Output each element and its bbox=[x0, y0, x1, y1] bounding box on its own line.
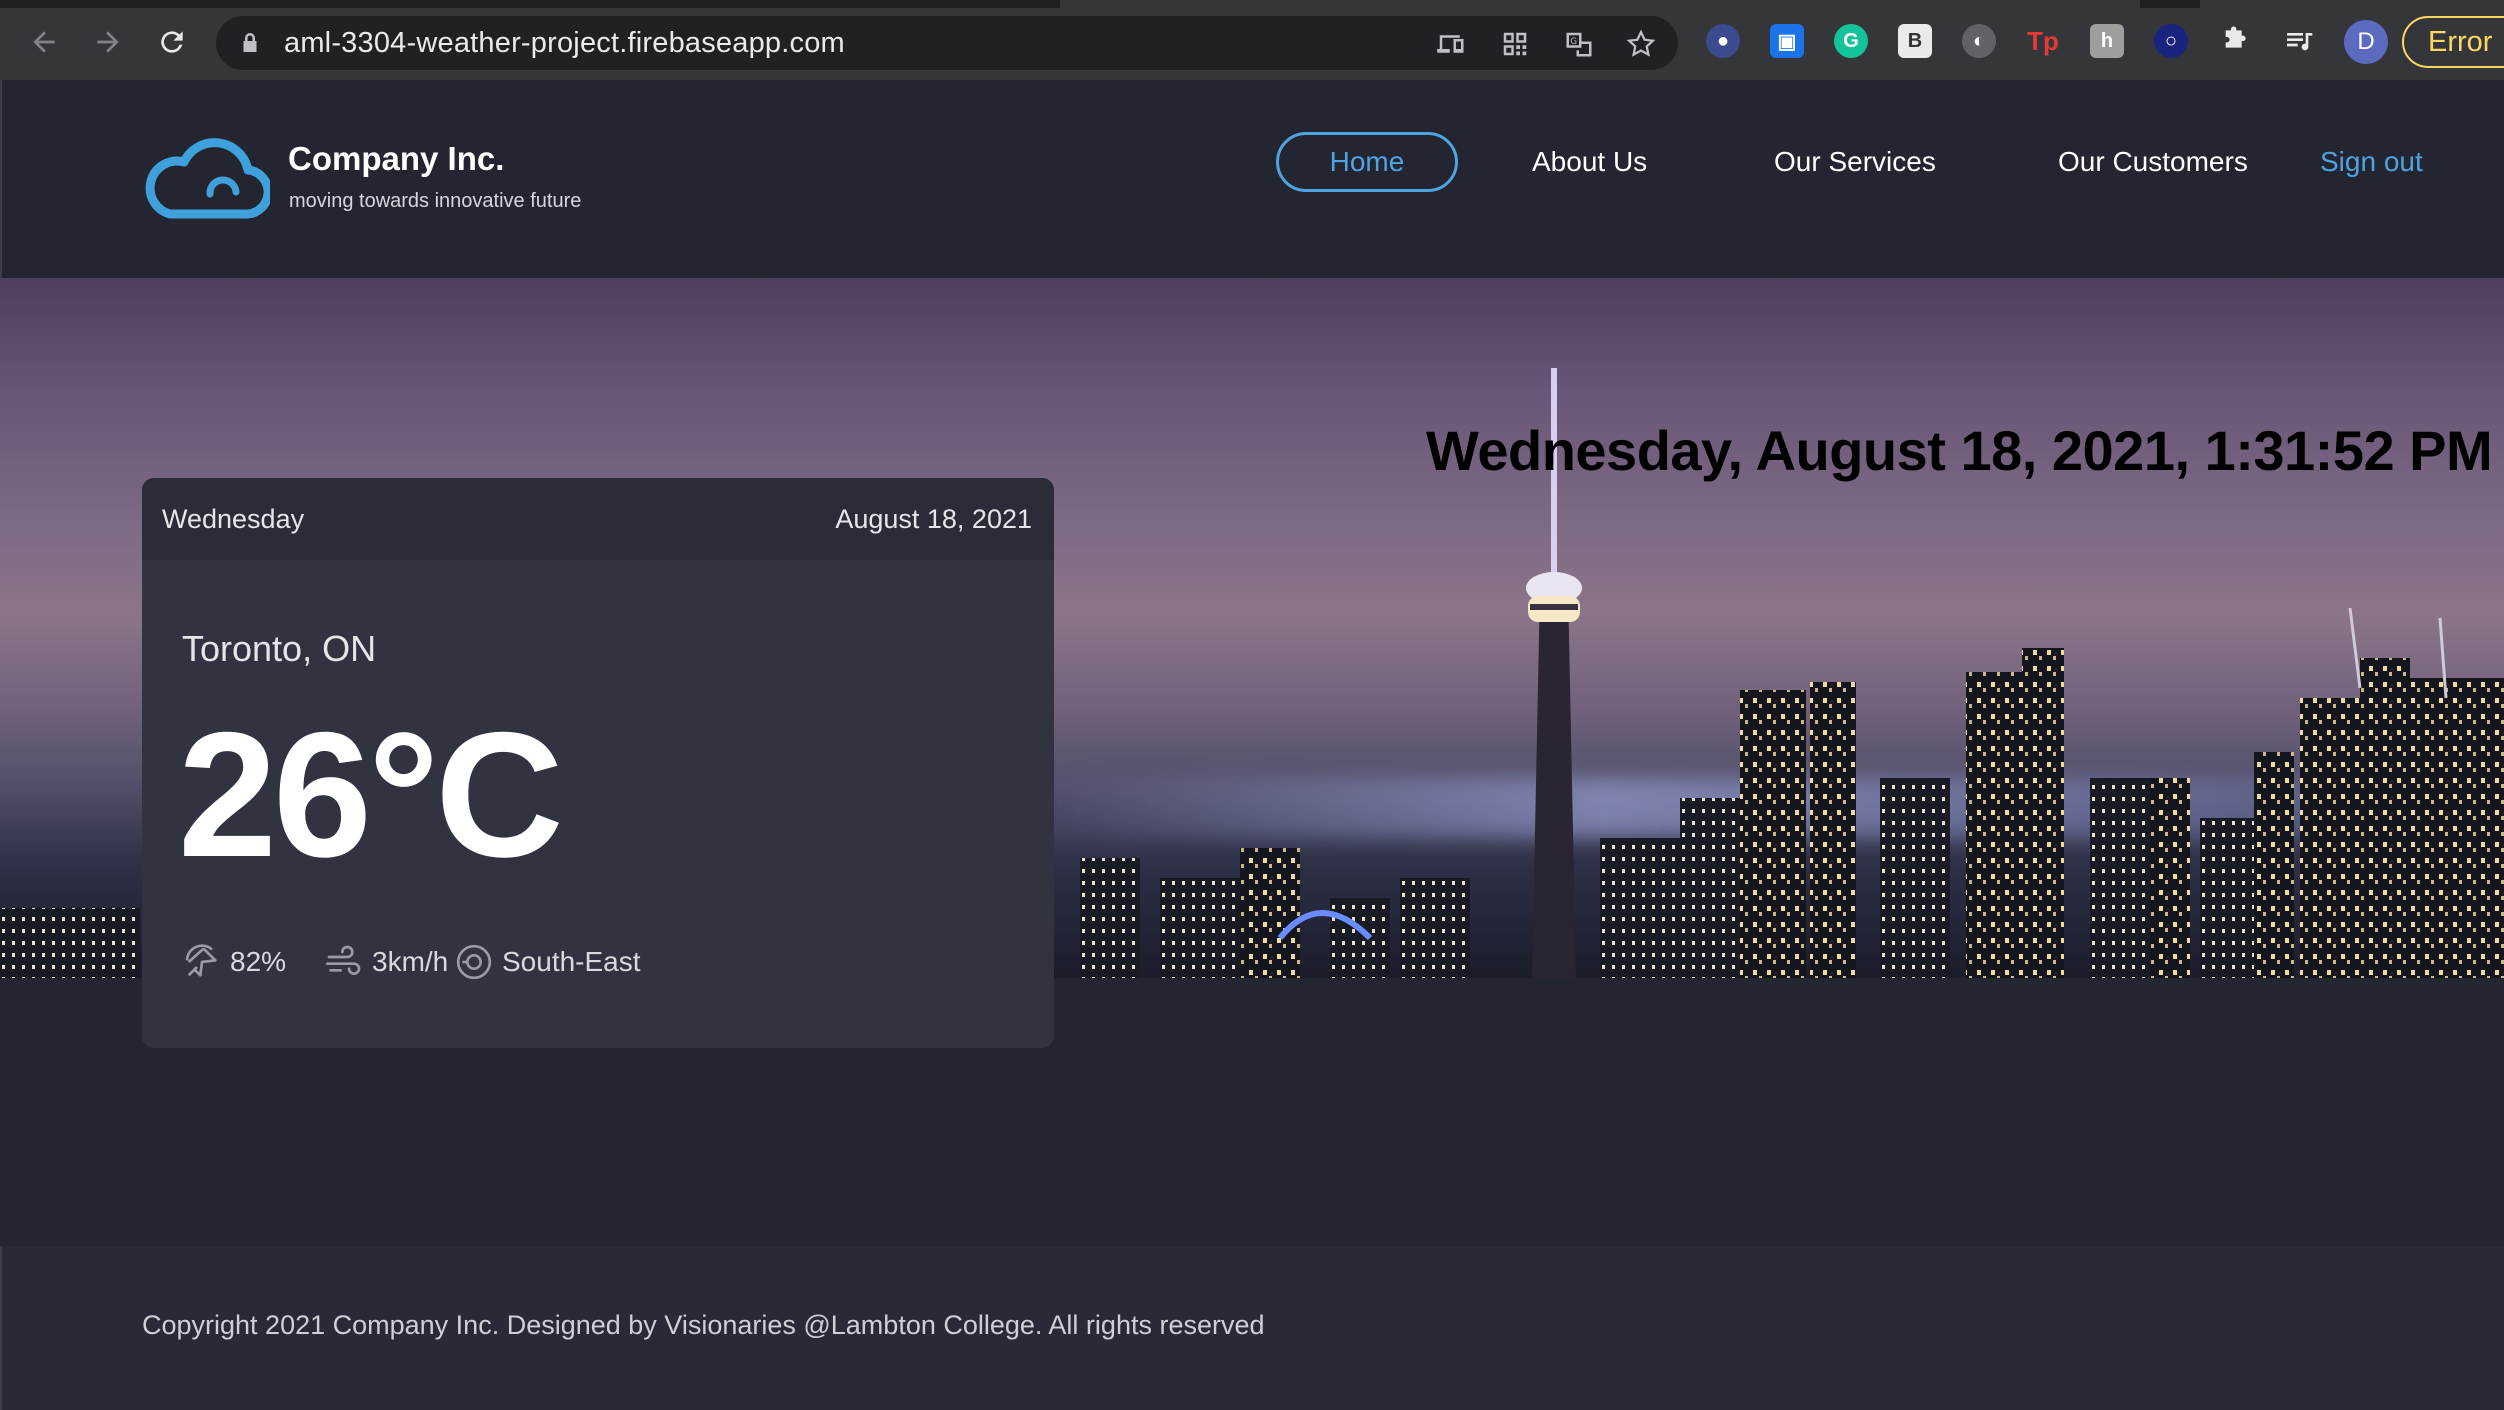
circle-extension-icon[interactable]: ○ bbox=[2154, 24, 2188, 58]
weather-temperature: 26°C bbox=[178, 695, 564, 894]
footer-copyright: Copyright 2021 Company Inc. Designed by … bbox=[142, 1310, 1265, 1340]
star-icon[interactable] bbox=[1626, 29, 1656, 59]
wind-speed-value: 3km/h bbox=[372, 946, 449, 977]
device-icon[interactable] bbox=[1436, 29, 1466, 59]
reload-icon[interactable] bbox=[152, 22, 192, 62]
umbrella-icon bbox=[185, 944, 217, 977]
browser-toolbar: aml-3304-weather-project.firebaseapp.com… bbox=[0, 0, 2504, 80]
brand-tagline: moving towards innovative future bbox=[289, 190, 582, 212]
svg-text:G: G bbox=[1570, 37, 1577, 47]
humidity-value: 82% bbox=[230, 946, 287, 977]
puzzle-icon[interactable] bbox=[2218, 24, 2252, 58]
wind-icon bbox=[326, 945, 361, 975]
lock-icon[interactable] bbox=[238, 31, 262, 55]
wind-speed-stat: 3km/h bbox=[324, 942, 448, 982]
h-extension-icon[interactable]: h bbox=[2090, 24, 2124, 58]
cloud-logo-icon[interactable] bbox=[140, 136, 270, 220]
weather-date: August 18, 2021 bbox=[835, 504, 1032, 534]
weather-city: Toronto, ON bbox=[182, 628, 377, 669]
compass-icon bbox=[456, 944, 492, 980]
address-bar[interactable]: aml-3304-weather-project.firebaseapp.com… bbox=[216, 16, 1678, 70]
screen-extension-icon[interactable]: ▣ bbox=[1770, 24, 1804, 58]
back-arrow-icon[interactable] bbox=[24, 22, 64, 62]
tab-strip bbox=[0, 0, 2504, 8]
nav-about-link[interactable]: About Us bbox=[1532, 146, 1647, 178]
bold-extension-icon[interactable]: B bbox=[1898, 24, 1932, 58]
mask-extension-icon[interactable]: ◐ bbox=[1962, 24, 1996, 58]
nav-home-link[interactable]: Home bbox=[1276, 132, 1458, 192]
grammarly-extension-icon[interactable]: G bbox=[1834, 24, 1868, 58]
site-header bbox=[0, 80, 2504, 278]
qr-icon[interactable] bbox=[1500, 29, 1530, 59]
profile-avatar[interactable]: D bbox=[2344, 20, 2388, 64]
media-queue-icon[interactable] bbox=[2282, 24, 2316, 58]
nav-services-link[interactable]: Our Services bbox=[1774, 146, 1936, 178]
translate-icon[interactable]: G bbox=[1564, 29, 1594, 59]
wind-direction-value: South-East bbox=[502, 946, 641, 977]
url-text[interactable]: aml-3304-weather-project.firebaseapp.com bbox=[284, 27, 845, 60]
brand-title[interactable]: Company Inc. bbox=[288, 140, 504, 178]
weather-day: Wednesday bbox=[162, 504, 305, 534]
current-datetime: Wednesday, August 18, 2021, 1:31:52 PM bbox=[1426, 419, 2493, 482]
humidity-stat: 82% bbox=[182, 942, 286, 982]
site-footer: Copyright 2021 Company Inc. Designed by … bbox=[0, 1246, 2504, 1410]
tp-extension-icon[interactable]: Tp bbox=[2026, 24, 2060, 58]
weather-card: Wednesday August 18, 2021 Toronto, ON 26… bbox=[142, 478, 1054, 1048]
globe-extension-icon[interactable]: ● bbox=[1706, 24, 1740, 58]
weather-card-header: Wednesday August 18, 2021 bbox=[142, 478, 1054, 560]
error-button[interactable]: Error bbox=[2402, 16, 2504, 68]
forward-arrow-icon[interactable] bbox=[88, 22, 128, 62]
nav-signout-link[interactable]: Sign out bbox=[2320, 146, 2423, 178]
nav-customers-link[interactable]: Our Customers bbox=[2058, 146, 2248, 178]
wind-direction-stat: South-East bbox=[454, 942, 641, 982]
